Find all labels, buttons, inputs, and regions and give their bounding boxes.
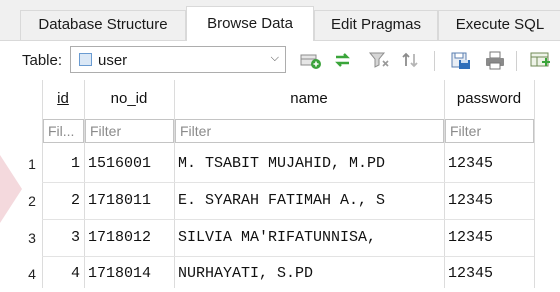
tab-database-structure[interactable]: Database Structure (20, 10, 186, 40)
cell-no-id[interactable]: 1516001 (84, 146, 174, 182)
insert-record-icon[interactable] (530, 50, 552, 70)
cell-no-id[interactable]: 1718014 (84, 256, 174, 292)
cell-name[interactable]: E. SYARAH FATIMAH A., S (174, 183, 444, 219)
data-grid: id no_id name password Fil... Filter Fil… (0, 80, 560, 288)
cell-id[interactable]: 4 (42, 256, 84, 292)
filter-input-no-id[interactable]: Filter (85, 119, 174, 143)
tab-bar: Database Structure Browse Data Edit Prag… (0, 0, 560, 41)
chevron-down-icon: ⌵ (270, 52, 279, 64)
table-select[interactable]: user ⌵ (70, 46, 286, 73)
toolbar-separator (516, 51, 517, 71)
sort-icon[interactable] (400, 50, 422, 70)
tab-execute-sql[interactable]: Execute SQL (438, 10, 560, 40)
cell-password[interactable]: 12345 (444, 183, 534, 219)
cell-id[interactable]: 2 (42, 183, 84, 219)
tab-edit-pragmas[interactable]: Edit Pragmas (314, 10, 438, 40)
cell-password[interactable]: 12345 (444, 146, 534, 182)
column-divider (534, 80, 535, 288)
row-number[interactable]: 3 (22, 220, 42, 256)
row-number[interactable]: 2 (22, 183, 42, 219)
cell-password[interactable]: 12345 (444, 256, 534, 292)
cell-password[interactable]: 12345 (444, 220, 534, 256)
print-icon[interactable] (484, 50, 506, 70)
table-label: Table: (22, 52, 63, 69)
cell-name[interactable]: NURHAYATI, S.PD (174, 256, 444, 292)
filter-input-password[interactable]: Filter (445, 119, 534, 143)
clear-filters-icon[interactable] (332, 50, 354, 70)
toolbar-separator (434, 51, 435, 71)
table-select-value: user (98, 52, 128, 69)
column-header-name[interactable]: name (174, 80, 444, 118)
browse-toolbar: Table: user ⌵ (0, 41, 560, 79)
cell-no-id[interactable]: 1718011 (84, 183, 174, 219)
cell-id[interactable]: 1 (42, 146, 84, 182)
tab-browse-data[interactable]: Browse Data (186, 6, 314, 41)
cell-no-id[interactable]: 1718012 (84, 220, 174, 256)
save-view-icon[interactable] (450, 50, 472, 70)
filter-input-id[interactable]: Fil... (43, 119, 84, 143)
table-icon (79, 53, 92, 66)
refresh-table-icon[interactable] (300, 50, 322, 70)
cell-name[interactable]: SILVIA MA'RIFATUNNISA, (174, 220, 444, 256)
row-number[interactable]: 1 (22, 146, 42, 182)
filter-input-name[interactable]: Filter (175, 119, 444, 143)
cell-id[interactable]: 3 (42, 220, 84, 256)
column-header-id[interactable]: id (42, 80, 84, 118)
row-number[interactable]: 4 (22, 256, 42, 292)
cell-name[interactable]: M. TSABIT MUJAHID, M.PD (174, 146, 444, 182)
column-header-password[interactable]: password (444, 80, 534, 118)
filter-icon[interactable] (368, 50, 390, 70)
column-header-no-id[interactable]: no_id (84, 80, 174, 118)
